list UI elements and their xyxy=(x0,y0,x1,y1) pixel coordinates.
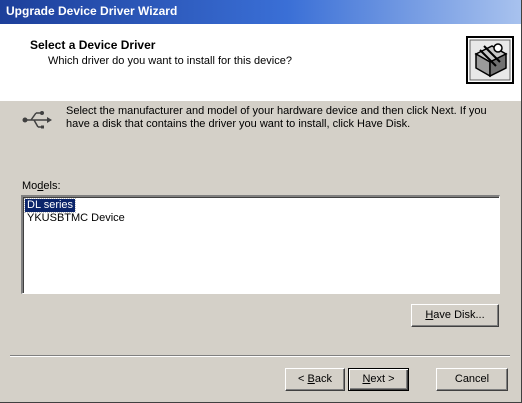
header-title: Select a Device Driver xyxy=(30,38,156,52)
next-button[interactable]: Next > xyxy=(348,368,409,391)
header-subtitle: Which driver do you want to install for … xyxy=(48,55,292,67)
usb-icon xyxy=(22,111,52,129)
back-button[interactable]: < Back xyxy=(285,368,345,391)
cancel-button[interactable]: Cancel xyxy=(436,368,508,391)
window-title: Upgrade Device Driver Wizard xyxy=(6,4,178,18)
models-label: Models: xyxy=(22,180,61,192)
wizard-window: Upgrade Device Driver Wizard Select a De… xyxy=(0,0,522,403)
header-separator xyxy=(0,100,521,101)
have-disk-button[interactable]: Have Disk... xyxy=(411,304,499,327)
footer-separator xyxy=(10,355,510,357)
instruction-text: Select the manufacturer and model of you… xyxy=(66,105,487,130)
models-listbox[interactable]: DL series YKUSBTMC Device xyxy=(21,195,500,294)
list-item[interactable]: DL series xyxy=(23,198,77,213)
list-item[interactable]: YKUSBTMC Device xyxy=(25,212,127,225)
hardware-wizard-icon xyxy=(466,36,514,84)
wizard-header: Select a Device Driver Which driver do y… xyxy=(0,24,521,101)
title-bar[interactable]: Upgrade Device Driver Wizard xyxy=(0,0,521,24)
